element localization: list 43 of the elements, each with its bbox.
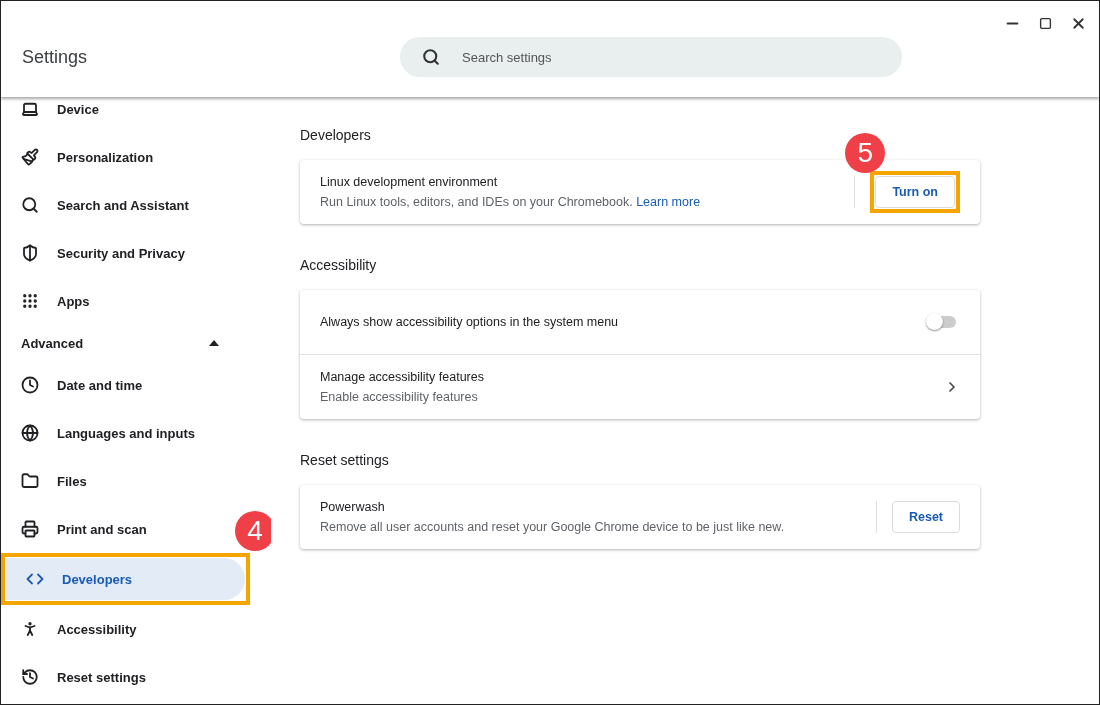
learn-more-link[interactable]: Learn more [636,195,701,209]
action-button[interactable]: Turn on [875,176,955,208]
sidebar-item[interactable]: Developers [6,558,245,600]
sidebar-item[interactable]: Files [1,457,231,505]
sidebar-item[interactable]: Security and Privacy [1,229,231,277]
globe-icon [21,424,39,442]
section-title: Developers [300,127,372,143]
setting-description: Enable accessibility features [320,390,479,404]
setting-title: Always show accessibility options in the system menu [320,315,620,329]
sidebar-item[interactable]: Reset settings [1,653,231,701]
step-badge: 5 [845,133,886,173]
sidebar-item[interactable]: Print and scan [1,505,231,553]
reset-icon [21,668,39,686]
search-icon [21,196,39,214]
setting-title: Linux development environment [320,175,499,189]
sidebar-item[interactable]: Search and Assistant [1,181,231,229]
setting-title: Powerwash [320,500,386,514]
setting-description: Run Linux tools, editors, and IDEs on your Chromebook. Learn more [320,195,702,209]
sidebar-item[interactable]: Languages and inputs [1,409,231,457]
window-title: Settings [22,46,89,68]
laptop-icon [21,100,39,118]
search-icon [422,48,440,66]
section-title: Reset settings [300,452,390,468]
dots-grid-icon [21,292,39,310]
folder-icon [21,472,39,490]
clock-icon [21,376,39,394]
advanced-section-toggle[interactable]: Advanced [1,325,249,361]
caret-icon [209,340,219,346]
toggle-switch[interactable] [928,316,956,328]
printer-icon [21,520,39,538]
action-button[interactable]: Reset [891,501,960,533]
setting-title: Manage accessibility features [320,370,485,384]
sidebar-item[interactable]: Device [1,97,231,133]
paintbrush-icon [21,148,39,166]
section-title: Accessibility [300,257,378,273]
step-badge: 4 [235,511,271,551]
maximize-icon[interactable] [1039,16,1052,30]
sidebar-item[interactable]: Date and time [1,361,231,409]
sidebar-item[interactable]: Accessibility [1,605,231,653]
setting-description: Remove all user accounts and reset your Google Chrome device to be just like new. [320,520,786,534]
sidebar-item[interactable]: Apps [1,277,231,325]
shield-icon [21,244,39,262]
sidebar-item[interactable]: Personalization [1,133,231,181]
